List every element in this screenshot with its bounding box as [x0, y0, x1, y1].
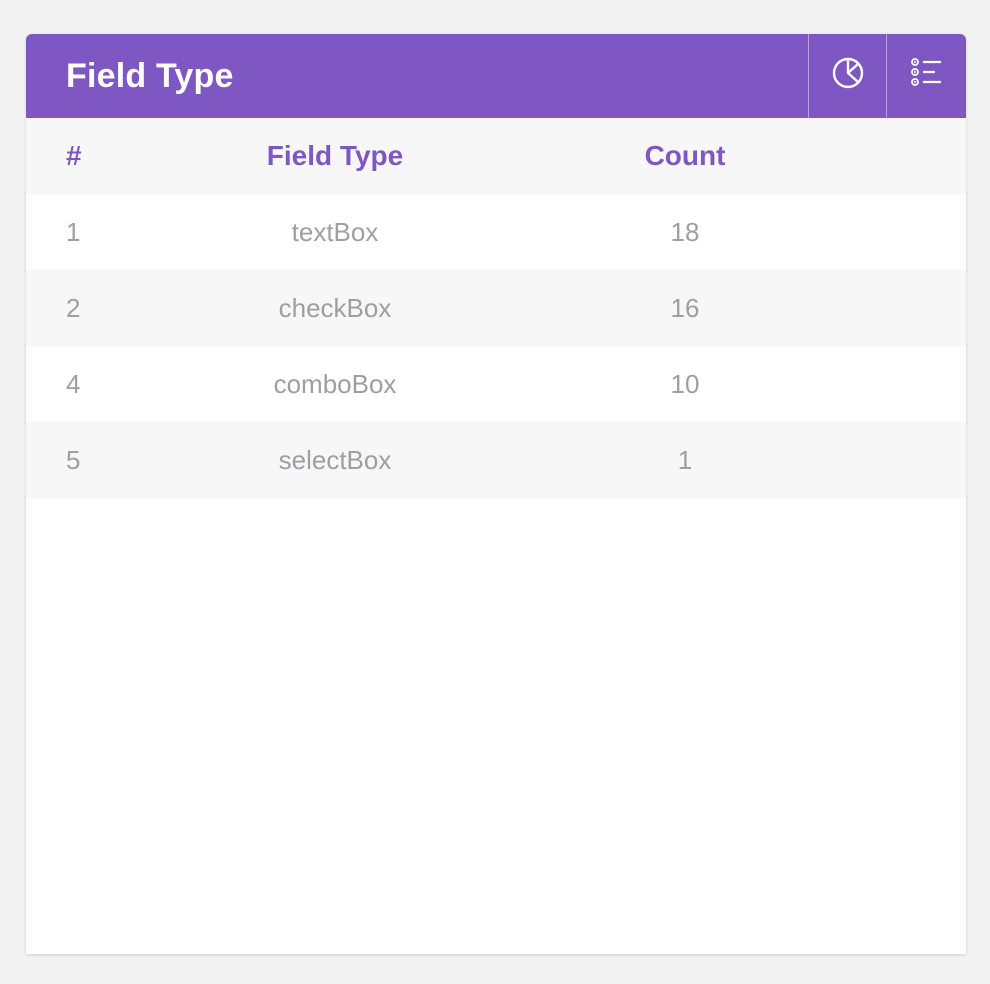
field-type-table: # Field Type Count 1 textBox 18 2 checkB…	[26, 118, 966, 498]
column-header-field-type[interactable]: Field Type	[170, 118, 500, 194]
row-spacer	[870, 194, 966, 270]
row-number: 5	[66, 444, 81, 475]
pie-chart-icon	[832, 57, 863, 89]
row-number: 1	[66, 216, 81, 247]
row-count: 16	[670, 292, 700, 323]
row-number: 4	[66, 368, 81, 399]
row-spacer	[870, 346, 966, 422]
table-row[interactable]: 4 comboBox 10	[26, 346, 966, 422]
table-row[interactable]: 5 selectBox 1	[26, 422, 966, 498]
chart-view-button[interactable]	[808, 34, 886, 118]
field-type-card: Field Type # Field Type Count 1 textBox …	[26, 34, 966, 954]
row-count: 10	[670, 368, 700, 399]
list-view-button[interactable]	[886, 34, 966, 118]
table-header-row: # Field Type Count	[26, 118, 966, 194]
row-field-type: comboBox	[273, 368, 397, 399]
row-field-type: selectBox	[278, 444, 392, 475]
row-count: 1	[677, 444, 693, 475]
table-row[interactable]: 1 textBox 18	[26, 194, 966, 270]
column-header-count[interactable]: Count	[500, 118, 870, 194]
card-title: Field Type	[66, 57, 234, 95]
list-icon	[910, 58, 941, 86]
row-count: 18	[670, 216, 700, 247]
table-row[interactable]: 2 checkBox 16	[26, 270, 966, 346]
row-spacer	[870, 270, 966, 346]
row-field-type: textBox	[291, 216, 379, 247]
row-spacer	[870, 422, 966, 498]
card-header: Field Type	[26, 34, 966, 118]
column-header-number[interactable]: #	[26, 118, 170, 194]
row-field-type: checkBox	[278, 292, 392, 323]
row-number: 2	[66, 292, 81, 323]
column-header-spacer	[870, 118, 966, 194]
